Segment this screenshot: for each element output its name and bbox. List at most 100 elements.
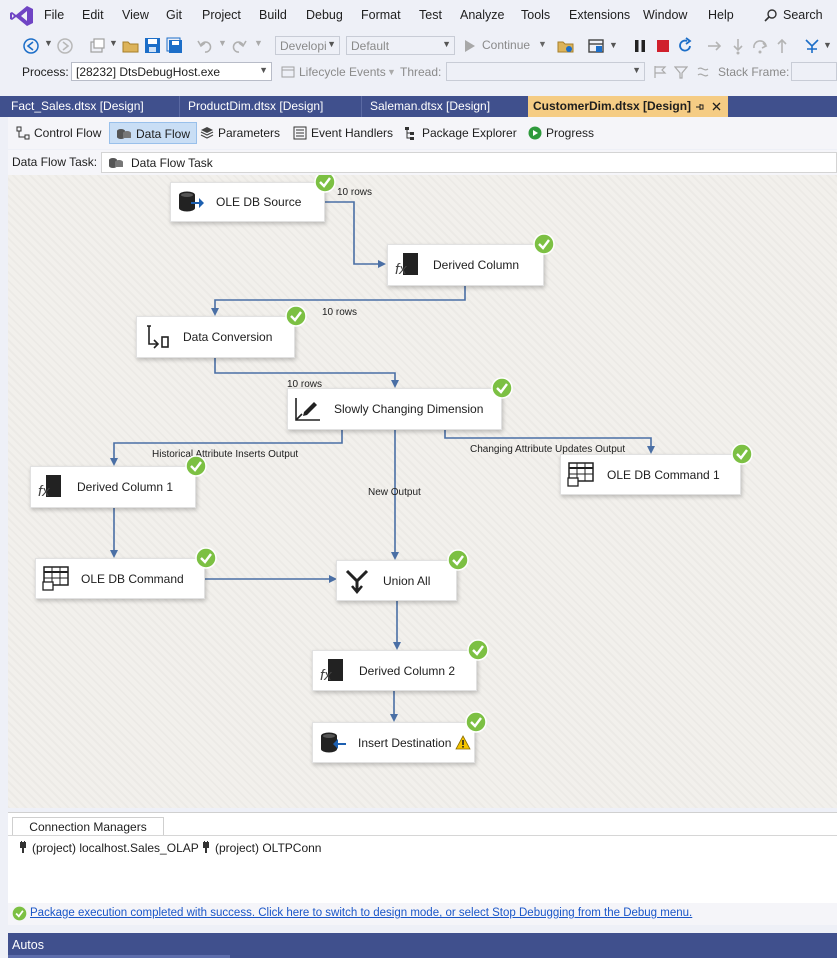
menu-extensions[interactable]: Extensions bbox=[569, 8, 630, 22]
menu-edit[interactable]: Edit bbox=[82, 8, 104, 22]
hot-reload-icon[interactable] bbox=[803, 37, 821, 55]
node-union-all[interactable]: Union All bbox=[336, 560, 457, 601]
new-project-icon[interactable] bbox=[88, 37, 106, 55]
stop-icon[interactable] bbox=[655, 38, 671, 54]
command-table-icon bbox=[42, 565, 69, 591]
save-icon[interactable] bbox=[144, 37, 161, 54]
menu-git[interactable]: Git bbox=[166, 8, 182, 22]
undo-icon[interactable] bbox=[196, 37, 214, 55]
solution-platform-value: Default bbox=[351, 39, 390, 53]
hot-reload-dropdown-icon[interactable]: ▼ bbox=[823, 40, 832, 50]
warning-icon[interactable] bbox=[455, 735, 471, 750]
node-derived-column-2[interactable]: fx Derived Column 2 bbox=[312, 650, 477, 691]
menu-project[interactable]: Project bbox=[202, 8, 241, 22]
node-ole-db-command[interactable]: OLE DB Command bbox=[35, 558, 205, 599]
step-out-icon[interactable] bbox=[773, 37, 791, 55]
layout-dropdown-icon[interactable]: ▼ bbox=[609, 40, 618, 50]
connection-manager-item[interactable]: (project) OLTPConn bbox=[201, 841, 321, 855]
threads-icon[interactable] bbox=[696, 65, 710, 79]
window-layout-icon[interactable] bbox=[587, 37, 605, 55]
node-derived-column[interactable]: fx Derived Column bbox=[387, 244, 544, 286]
continue-button[interactable]: Continue ▼ bbox=[462, 37, 550, 55]
pause-icon[interactable] bbox=[632, 38, 648, 54]
menu-view[interactable]: View bbox=[122, 8, 149, 22]
node-derived-column-1[interactable]: fx Derived Column 1 bbox=[30, 466, 196, 508]
new-dropdown-icon[interactable]: ▼ bbox=[109, 38, 118, 48]
tab-event-handlers[interactable]: Event Handlers bbox=[287, 122, 399, 144]
lifecycle-dropdown-icon[interactable]: ▼ bbox=[387, 67, 396, 77]
autos-label: Autos bbox=[12, 938, 44, 952]
menu-tools[interactable]: Tools bbox=[521, 8, 550, 22]
step-into-icon[interactable] bbox=[729, 37, 747, 55]
menu-help[interactable]: Help bbox=[708, 8, 734, 22]
step-over-icon[interactable] bbox=[751, 37, 769, 55]
tab-data-flow[interactable]: Data Flow bbox=[109, 122, 198, 144]
node-label: Slowly Changing Dimension bbox=[334, 402, 484, 416]
tab-fact-sales[interactable]: Fact_Sales.dtsx [Design] bbox=[3, 96, 180, 117]
autos-window-header[interactable]: Autos bbox=[8, 933, 837, 958]
menu-format[interactable]: Format bbox=[361, 8, 401, 22]
menu-file[interactable]: File bbox=[44, 8, 64, 22]
stack-frame-combo[interactable] bbox=[791, 62, 837, 81]
thread-combo[interactable]: ▼ bbox=[446, 62, 645, 81]
stack-frame-label: Stack Frame: bbox=[718, 65, 790, 79]
solution-platform-combo[interactable]: Default ▼ bbox=[346, 36, 455, 55]
menu-build[interactable]: Build bbox=[259, 8, 287, 22]
tab-parameters[interactable]: Parameters bbox=[194, 122, 286, 144]
tab-saleman[interactable]: Saleman.dtsx [Design] bbox=[362, 96, 528, 117]
tab-progress[interactable]: Progress bbox=[522, 122, 600, 144]
redo-dropdown-icon[interactable]: ▼ bbox=[254, 38, 263, 48]
node-label: OLE DB Source bbox=[216, 195, 302, 209]
threads-filter-icon[interactable] bbox=[674, 65, 688, 79]
lifecycle-events-label[interactable]: Lifecycle Events bbox=[299, 65, 386, 79]
tab-label: Data Flow bbox=[136, 127, 191, 141]
visual-studio-logo-icon[interactable] bbox=[10, 5, 34, 27]
node-insert-destination[interactable]: Insert Destination bbox=[312, 722, 475, 763]
node-ole-db-command-1[interactable]: OLE DB Command 1 bbox=[560, 454, 741, 495]
close-icon[interactable] bbox=[712, 102, 721, 111]
redo-icon[interactable] bbox=[230, 37, 248, 55]
connection-manager-item[interactable]: (project) localhost.Sales_OLAP bbox=[18, 841, 199, 855]
node-slowly-changing-dimension[interactable]: Slowly Changing Dimension bbox=[287, 388, 502, 430]
tab-label: Saleman.dtsx [Design] bbox=[370, 99, 491, 113]
flag-icon[interactable] bbox=[653, 65, 667, 79]
tab-product-dim[interactable]: ProductDim.dtsx [Design] bbox=[180, 96, 362, 117]
forward-icon[interactable] bbox=[56, 37, 74, 55]
undo-dropdown-icon[interactable]: ▼ bbox=[218, 38, 227, 48]
data-flow-canvas[interactable]: 10 rows 10 rows 10 rows Historical Attri… bbox=[8, 175, 837, 808]
parameters-icon bbox=[200, 127, 214, 139]
pin-icon[interactable] bbox=[695, 102, 704, 112]
menu-test[interactable]: Test bbox=[419, 8, 442, 22]
success-check-icon bbox=[447, 549, 469, 571]
back-dropdown-icon[interactable]: ▼ bbox=[44, 38, 53, 48]
attach-process-icon[interactable] bbox=[557, 37, 575, 55]
solution-config-value: Developi bbox=[280, 39, 327, 53]
open-folder-icon[interactable] bbox=[122, 37, 140, 55]
node-label: Derived Column bbox=[433, 258, 520, 272]
tab-label: Fact_Sales.dtsx [Design] bbox=[11, 99, 144, 113]
show-next-statement-icon[interactable] bbox=[706, 37, 724, 55]
connection-managers-tab[interactable]: Connection Managers bbox=[12, 817, 164, 836]
data-flow-task-selector[interactable]: Data Flow Task bbox=[101, 152, 837, 173]
tab-control-flow[interactable]: Control Flow bbox=[10, 122, 107, 144]
tab-package-explorer[interactable]: Package Explorer bbox=[398, 122, 523, 144]
back-icon[interactable] bbox=[22, 37, 40, 55]
save-all-icon[interactable] bbox=[166, 37, 183, 54]
solution-config-combo[interactable]: Developi ▼ bbox=[275, 36, 340, 55]
node-ole-db-source[interactable]: OLE DB Source bbox=[170, 182, 325, 222]
path-label-new-output: New Output bbox=[368, 487, 421, 498]
restart-icon[interactable] bbox=[676, 37, 694, 55]
node-data-conversion[interactable]: Data Conversion bbox=[136, 316, 295, 358]
path-source-to-derived[interactable] bbox=[325, 201, 386, 268]
menu-analyze[interactable]: Analyze bbox=[460, 8, 504, 22]
lifecycle-events-icon[interactable] bbox=[281, 65, 295, 79]
switch-to-design-mode-link[interactable]: Package execution completed with success… bbox=[30, 907, 692, 919]
menu-debug[interactable]: Debug bbox=[306, 8, 343, 22]
menu-window[interactable]: Window bbox=[643, 8, 687, 22]
process-combo[interactable]: [28232] DtsDebugHost.exe ▼ bbox=[71, 62, 272, 81]
svg-text:fx: fx bbox=[320, 667, 332, 684]
success-check-icon bbox=[185, 455, 207, 477]
search-box[interactable]: Search bbox=[756, 6, 837, 26]
tab-customer-dim[interactable]: CustomerDim.dtsx [Design] bbox=[528, 96, 728, 117]
success-check-icon bbox=[12, 906, 27, 921]
